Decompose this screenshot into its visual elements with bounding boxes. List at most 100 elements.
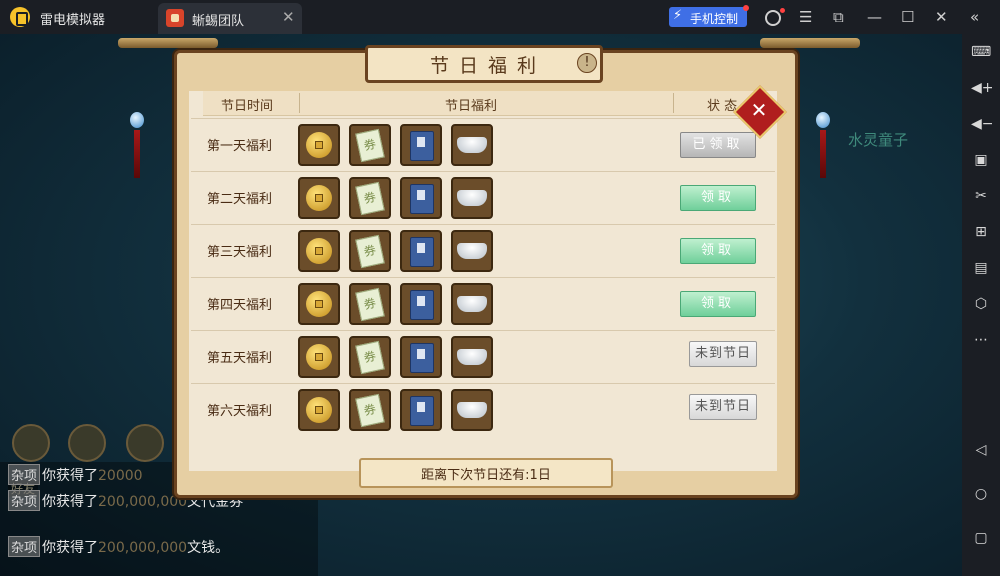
- silver-ingot-icon[interactable]: [451, 389, 493, 431]
- chat-amount: 200,000,000: [98, 540, 188, 556]
- copper-coin-icon[interactable]: [298, 336, 340, 378]
- copper-coin-icon[interactable]: [298, 230, 340, 272]
- apk-icon[interactable]: ▤: [971, 258, 991, 278]
- skill-book-icon[interactable]: [400, 177, 442, 219]
- claimed-button[interactable]: 已领取: [680, 132, 756, 158]
- phone-control-button[interactable]: ⚡ 手机控制: [669, 7, 747, 27]
- column-header-time: 节日时间: [221, 99, 274, 114]
- tab-game[interactable]: 蜥蜴团队 ✕: [158, 3, 302, 34]
- microphone-icon[interactable]: [126, 424, 164, 462]
- user-icon[interactable]: [765, 10, 781, 26]
- skill-book-icon[interactable]: [400, 124, 442, 166]
- tab-close-icon[interactable]: ✕: [282, 8, 295, 26]
- voucher-icon[interactable]: 券: [349, 124, 391, 166]
- game-app-icon: [166, 9, 184, 27]
- row-name: 第四天福利: [207, 298, 273, 313]
- skill-book-icon[interactable]: [400, 230, 442, 272]
- silver-ingot-icon[interactable]: [451, 283, 493, 325]
- row-name: 第三天福利: [207, 245, 273, 260]
- table-row: 第四天福利 券 领取: [191, 277, 775, 330]
- silver-ingot-icon[interactable]: [451, 230, 493, 272]
- chat-tag: 杂项: [8, 464, 41, 485]
- chat-text: 你获得了: [42, 468, 99, 484]
- claim-button[interactable]: 领取: [680, 238, 756, 264]
- volume-up-icon[interactable]: ◀+: [971, 78, 994, 98]
- tab-label: 蜥蜴团队: [192, 14, 245, 29]
- left-tassel-ornament: [130, 112, 144, 182]
- column-divider: [299, 93, 300, 113]
- table-row: 第五天福利 券 未到节日: [191, 330, 775, 383]
- copper-coin-icon[interactable]: [298, 177, 340, 219]
- bag-icon[interactable]: [68, 424, 106, 462]
- volume-down-icon[interactable]: ◀−: [971, 114, 994, 134]
- menu-icon[interactable]: ☰: [799, 7, 812, 27]
- scissors-icon[interactable]: ✂: [971, 186, 991, 206]
- chat-amount: 200,000,000: [98, 494, 188, 510]
- voucher-icon[interactable]: 券: [349, 283, 391, 325]
- copper-coin-icon[interactable]: [298, 124, 340, 166]
- home-icon[interactable]: ○: [971, 484, 991, 504]
- claim-button[interactable]: 领取: [680, 291, 756, 317]
- row-name: 第五天福利: [207, 351, 273, 366]
- more-icon[interactable]: ⋯: [971, 330, 991, 350]
- row-name: 第二天福利: [207, 192, 273, 207]
- chat-line: 杂项 你获得了200,000,000文钱。: [8, 536, 229, 557]
- chat-text: 你获得了: [42, 494, 99, 510]
- info-icon[interactable]: !: [577, 53, 597, 73]
- chat-tag: 杂项: [8, 490, 41, 511]
- back-icon[interactable]: ◁: [971, 440, 991, 460]
- right-rod-ornament: [760, 38, 860, 48]
- voucher-icon[interactable]: 券: [349, 389, 391, 431]
- not-yet-button[interactable]: 未到节日: [689, 394, 757, 420]
- festival-welfare-dialog: 节日福利 ! 节日时间 节日福利 状 态 第一天福利 券 已领取 第二天福利 券…: [174, 45, 798, 498]
- lightning-icon: ⚡: [673, 8, 683, 23]
- emulator-logo-icon: [10, 7, 30, 27]
- emulator-sidebar: ⌨ ◀+ ◀− ▣ ✂ ⊞ ▤ ⬡ ⋯ ◁ ○ ▢: [962, 34, 1000, 576]
- user-notification-dot: [780, 8, 785, 13]
- add-window-icon[interactable]: ⊞: [971, 222, 991, 242]
- not-yet-button[interactable]: 未到节日: [689, 341, 757, 367]
- close-x-icon[interactable]: ✕: [742, 93, 776, 127]
- table-row: 第一天福利 券 已领取: [191, 118, 775, 171]
- chat-amount: 20000: [98, 468, 143, 484]
- restore-icon[interactable]: ⧉: [833, 7, 844, 27]
- notification-dot: [743, 5, 749, 11]
- copper-coin-icon[interactable]: [298, 283, 340, 325]
- phone-control-label: 手机控制: [690, 12, 739, 26]
- table-header: 节日时间 节日福利 状 态: [203, 91, 763, 116]
- voucher-icon[interactable]: 券: [349, 336, 391, 378]
- countdown-text: 距离下次节日还有:1日: [421, 468, 551, 483]
- skill-book-icon[interactable]: [400, 336, 442, 378]
- table-row: 第六天福利 券 未到节日: [191, 383, 775, 436]
- row-name: 第一天福利: [207, 139, 273, 154]
- copper-coin-icon[interactable]: [298, 389, 340, 431]
- right-tassel-ornament: [816, 112, 830, 182]
- countdown-plate: 距离下次节日还有:1日: [359, 458, 613, 488]
- skill-book-icon[interactable]: [400, 389, 442, 431]
- voucher-icon[interactable]: 券: [349, 230, 391, 272]
- voucher-icon[interactable]: 券: [349, 177, 391, 219]
- maximize-icon[interactable]: ☐: [901, 7, 914, 27]
- table-row: 第二天福利 券 领取: [191, 171, 775, 224]
- npc-name: 水灵童子: [848, 131, 909, 149]
- settings-icon[interactable]: ⬡: [971, 294, 991, 314]
- silver-ingot-icon[interactable]: [451, 336, 493, 378]
- close-icon[interactable]: ✕: [935, 7, 948, 27]
- chat-line: 杂项 你获得了20000: [8, 464, 143, 485]
- collapse-icon[interactable]: «: [970, 7, 979, 27]
- keyboard-icon[interactable]: ⌨: [971, 42, 991, 62]
- minimize-icon[interactable]: —: [867, 7, 882, 27]
- skill-book-icon[interactable]: [400, 283, 442, 325]
- friends-icon[interactable]: [12, 424, 50, 462]
- silver-ingot-icon[interactable]: [451, 177, 493, 219]
- column-divider: [673, 93, 674, 113]
- recent-apps-icon[interactable]: ▢: [971, 528, 991, 548]
- row-name: 第六天福利: [207, 404, 273, 419]
- silver-ingot-icon[interactable]: [451, 124, 493, 166]
- chat-tag: 杂项: [8, 536, 41, 557]
- dialog-title-plate: 节日福利 !: [365, 45, 603, 83]
- claim-button[interactable]: 领取: [680, 185, 756, 211]
- left-rod-ornament: [118, 38, 218, 48]
- screenshot-icon[interactable]: ▣: [971, 150, 991, 170]
- column-header-reward: 节日福利: [445, 99, 498, 114]
